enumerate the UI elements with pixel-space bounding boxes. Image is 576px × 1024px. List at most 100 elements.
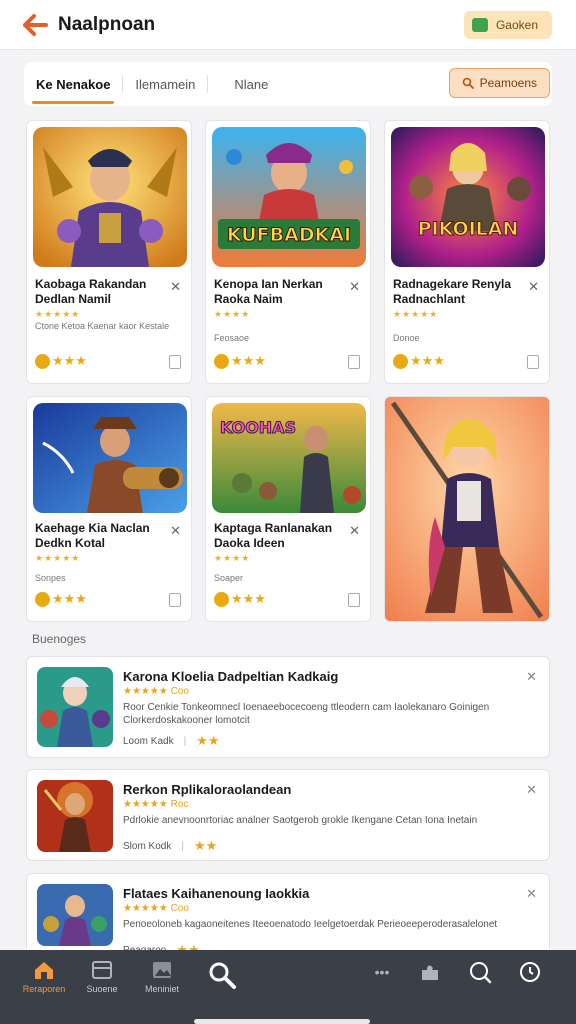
- select-checkbox[interactable]: [169, 355, 181, 369]
- home-icon: [35, 962, 53, 979]
- meta-divider: |: [181, 840, 184, 852]
- nav-item-profile[interactable]: [504, 960, 556, 1006]
- warrior-art-icon: [37, 780, 113, 852]
- battle-art-icon: KOOHAS: [212, 403, 366, 513]
- list-item[interactable]: Karona Kloelia Dadpeltian Kadkaig ★★★★★ …: [26, 656, 550, 758]
- list-title: Flataes Kaihanenoung Iaokkia: [123, 886, 310, 901]
- close-icon[interactable]: ✕: [528, 279, 539, 295]
- section-label: Buenoges: [32, 632, 87, 646]
- nav-item-home[interactable]: Reraporen: [18, 960, 70, 1006]
- star-rating: ★★★★★ Coo: [123, 903, 189, 914]
- game-title: Kaobaga Rakandan Dedlan Namil: [35, 277, 147, 306]
- nav-item-explore[interactable]: [454, 960, 506, 1006]
- game-title: Kaehage Kia Naclan Dedkn Kotal: [35, 521, 150, 550]
- game-card[interactable]: KOOHAS Kaptaga Ranlanakan Daoka Ideen ✕ …: [205, 396, 371, 622]
- bottom-navigation: Reraporen Suoene Meniniet •••: [0, 950, 576, 1024]
- dots-icon: •••: [374, 964, 390, 980]
- nav-item-search[interactable]: [196, 960, 248, 1006]
- svg-text:KUFBADKAI: KUFBADKAI: [227, 224, 351, 246]
- list-thumbnail: [37, 884, 113, 946]
- list-description: Pdrlokie anevnoonrtoriac analner Saotger…: [123, 815, 478, 826]
- game-card[interactable]: Kaehage Kia Naclan Dedkn Kotal ✕ ★★★★★ S…: [26, 396, 192, 622]
- game-title: Kenopa Ian Nerkan Raoka Naim: [214, 277, 323, 306]
- coin-icon: [35, 591, 50, 607]
- list-thumbnail: [37, 780, 113, 852]
- nav-item-gallery[interactable]: Meniniet: [136, 960, 188, 1006]
- game-description: Feosaoe: [214, 333, 250, 343]
- close-icon[interactable]: ✕: [170, 523, 181, 539]
- select-checkbox[interactable]: [527, 355, 539, 369]
- coin-icon: [393, 353, 408, 369]
- star-rating: ★★★★★: [393, 309, 439, 319]
- star-icon: ★★★: [52, 353, 87, 368]
- tab-secondary[interactable]: Ilemamein: [123, 64, 207, 104]
- list-item[interactable]: Rerkon Rplikaloraolandean ★★★★★ Roc Pdrl…: [26, 769, 550, 861]
- tab-divider: [207, 75, 209, 93]
- featured-character-card[interactable]: [384, 396, 550, 622]
- close-icon[interactable]: ✕: [349, 523, 360, 539]
- list-meta-label: Loom Kadk: [123, 735, 174, 747]
- nav-label: Suoene: [86, 984, 118, 994]
- magnifier-icon: [209, 962, 236, 989]
- clock-icon: [520, 962, 540, 982]
- list-title: Rerkon Rplikaloraolandean: [123, 782, 292, 797]
- character-art-icon: [385, 397, 549, 621]
- pikoilan-art-icon: PIKOILAN: [391, 127, 545, 267]
- kufbadkai-art-icon: KUFBADKAI: [212, 127, 366, 267]
- close-icon[interactable]: ✕: [526, 886, 537, 902]
- game-thumbnail: KUFBADKAI: [212, 127, 366, 267]
- star-icon: ★★: [196, 733, 220, 748]
- rating-row: ★★★: [35, 591, 87, 607]
- svg-text:KOOHAS: KOOHAS: [220, 418, 296, 437]
- team-art-icon: [37, 667, 113, 747]
- star-rating: ★★★★★ Roc: [123, 799, 189, 810]
- list-meta: Slom Kodk | ★★: [123, 838, 217, 854]
- filter-button[interactable]: Peamoens: [448, 68, 550, 98]
- image-icon: [153, 962, 171, 978]
- star-icon: ★★★: [231, 591, 266, 606]
- game-description: Sonpes: [35, 573, 66, 583]
- list-description: Penoeoloneb kagaoneitenes Iteeoenatodo I…: [123, 919, 498, 930]
- wallet-icon: [471, 18, 488, 32]
- hero-armor-art-icon: [33, 127, 187, 267]
- puzzle-icon: [422, 965, 438, 980]
- tab-tertiary[interactable]: Nlane: [222, 64, 280, 104]
- game-description: Soaper: [214, 573, 244, 583]
- list-description: Roor Cenkie Tonkeomnecl Ioenaeebocecoeng…: [123, 702, 490, 726]
- close-icon[interactable]: ✕: [526, 669, 537, 685]
- rating-label: Coo: [170, 686, 189, 697]
- header-action-button[interactable]: Gaoken: [463, 11, 552, 39]
- star-rating: ★★★★: [214, 309, 251, 319]
- star-icon: ★★★: [52, 591, 87, 606]
- game-thumbnail: KOOHAS: [212, 403, 366, 513]
- list-meta: Loom Kadk | ★★: [123, 733, 220, 749]
- game-thumbnail: PIKOILAN: [391, 127, 545, 267]
- game-card[interactable]: KUFBADKAI Kenopa Ian Nerkan Raoka Naim ✕…: [205, 120, 371, 384]
- select-checkbox[interactable]: [348, 593, 360, 607]
- list-thumbnail: [37, 667, 113, 747]
- nav-label: Meniniet: [144, 984, 180, 994]
- home-indicator: [194, 1019, 370, 1024]
- close-icon[interactable]: ✕: [526, 782, 537, 798]
- game-card[interactable]: Kaobaga Rakandan Dedlan Namil ✕ ★★★★★ Ct…: [26, 120, 192, 384]
- back-button[interactable]: [18, 8, 52, 42]
- star-icon: ★★★: [231, 353, 266, 368]
- close-icon[interactable]: ✕: [349, 279, 360, 295]
- nav-item-puzzle[interactable]: [404, 960, 456, 1006]
- select-checkbox[interactable]: [348, 355, 360, 369]
- tab-bar: Ke Nenakoe Ilemamein Nlane Peamoens: [24, 62, 552, 106]
- rating-row: ★★★: [214, 591, 266, 607]
- game-description: Donoe: [393, 333, 420, 343]
- nav-item-grid[interactable]: Suoene: [76, 960, 128, 1006]
- rating-label: Roc: [170, 799, 189, 810]
- coin-icon: [214, 353, 229, 369]
- select-checkbox[interactable]: [169, 593, 181, 607]
- close-icon[interactable]: ✕: [170, 279, 181, 295]
- game-card[interactable]: PIKOILAN Radnagekare Renyla Radnachlant …: [384, 120, 550, 384]
- list-meta-label: Slom Kodk: [123, 840, 172, 852]
- tab-primary[interactable]: Ke Nenakoe: [24, 64, 122, 104]
- game-title: Kaptaga Ranlanakan Daoka Ideen: [214, 521, 333, 550]
- rating-row: ★★★: [35, 353, 87, 369]
- heroes-art-icon: [37, 884, 113, 946]
- nav-item-more[interactable]: •••: [356, 960, 408, 1006]
